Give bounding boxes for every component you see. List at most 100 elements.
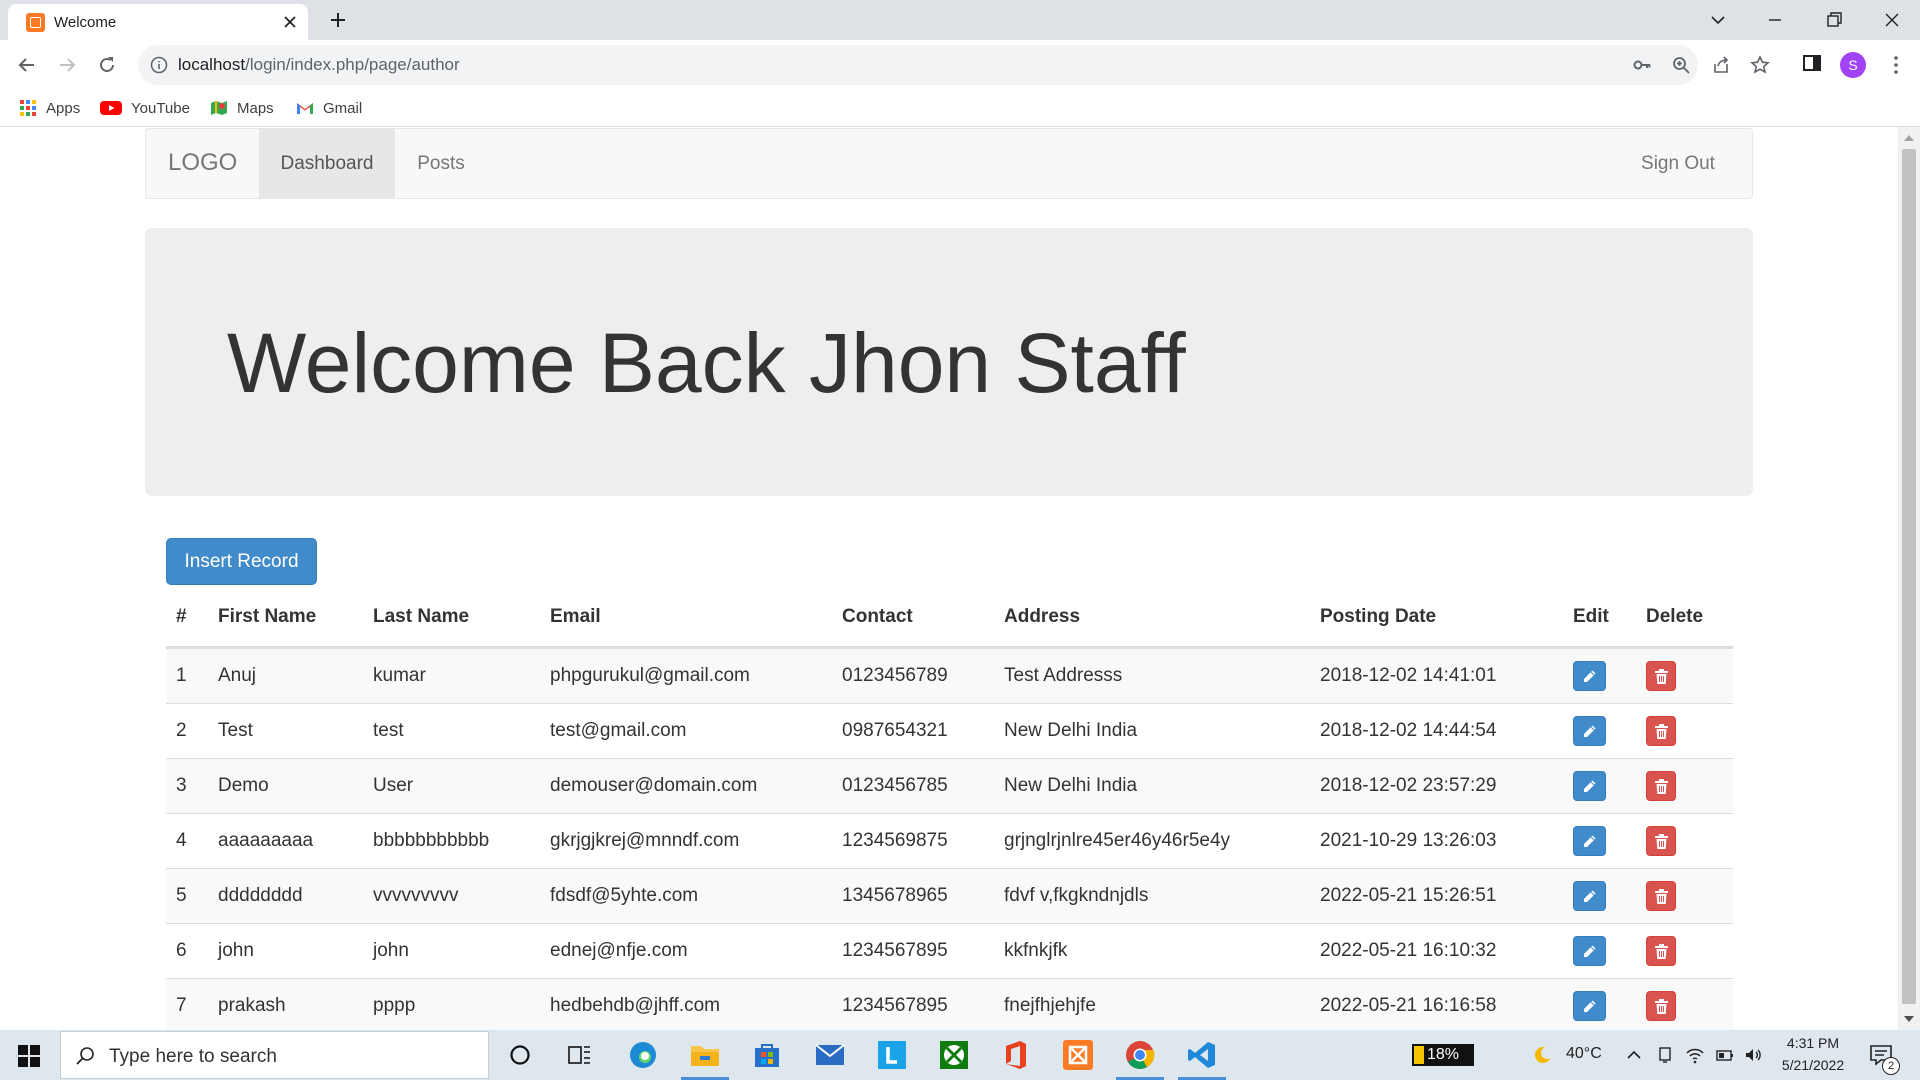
mail-icon[interactable] bbox=[813, 1039, 847, 1071]
last-name-cell: User bbox=[363, 757, 540, 813]
delete-trash-icon[interactable] bbox=[1646, 825, 1676, 856]
gmail-icon bbox=[297, 103, 313, 114]
windows-taskbar: Type here to search 18% 40°C 4:31 PM 5/2… bbox=[0, 1030, 1920, 1080]
delete-trash-icon[interactable] bbox=[1646, 880, 1676, 911]
posting-date-cell: 2018-12-02 23:57:29 bbox=[1310, 757, 1563, 813]
column-header: Last Name bbox=[363, 589, 540, 649]
site-navbar: LOGO Dashboard Posts Sign Out bbox=[145, 128, 1753, 199]
bookmark-youtube[interactable]: YouTube bbox=[100, 96, 190, 120]
bookmark-label: Maps bbox=[237, 99, 274, 117]
battery-tray-icon[interactable] bbox=[1715, 1045, 1735, 1065]
edit-pencil-icon[interactable] bbox=[1573, 660, 1606, 691]
column-header: Edit bbox=[1563, 589, 1636, 649]
clock-time[interactable]: 4:31 PM bbox=[1784, 1035, 1842, 1051]
bookmark-label: Gmail bbox=[323, 99, 363, 117]
bookmark-maps[interactable]: Maps bbox=[210, 96, 274, 120]
nav-signout-link[interactable]: Sign Out bbox=[1623, 129, 1733, 198]
side-panel-icon[interactable] bbox=[1802, 53, 1822, 73]
share-icon[interactable] bbox=[1711, 55, 1731, 75]
contact-cell: 1345678965 bbox=[832, 867, 994, 923]
task-view-icon[interactable] bbox=[563, 1039, 597, 1071]
scrollbar-thumb[interactable] bbox=[1902, 149, 1916, 1004]
vscode-icon[interactable] bbox=[1178, 1039, 1226, 1080]
edit-pencil-icon[interactable] bbox=[1573, 880, 1606, 911]
clock-date[interactable]: 5/21/2022 bbox=[1774, 1057, 1852, 1073]
reload-icon[interactable] bbox=[95, 53, 119, 77]
device-icon[interactable] bbox=[1655, 1045, 1675, 1065]
insert-record-button[interactable]: Insert Record bbox=[166, 538, 317, 585]
column-header: Delete bbox=[1636, 589, 1733, 649]
browser-menu-icon[interactable] bbox=[1884, 53, 1908, 77]
scroll-up-arrow-icon[interactable] bbox=[1904, 135, 1914, 141]
edit-cell bbox=[1563, 977, 1636, 1030]
column-header: # bbox=[166, 589, 208, 649]
edit-cell bbox=[1563, 867, 1636, 923]
edit-pencil-icon[interactable] bbox=[1573, 825, 1606, 856]
first-name-cell: prakash bbox=[208, 977, 363, 1030]
delete-trash-icon[interactable] bbox=[1646, 715, 1676, 746]
email-cell: fdsdf@5yhte.com bbox=[540, 867, 832, 923]
tab-search-chevron-icon[interactable] bbox=[1706, 8, 1730, 32]
tab-title: Welcome bbox=[54, 14, 117, 31]
close-tab-icon[interactable] bbox=[280, 12, 300, 32]
forward-arrow-icon[interactable] bbox=[55, 53, 79, 77]
site-info-icon[interactable] bbox=[150, 56, 168, 74]
first-name-cell: dddddddd bbox=[208, 867, 363, 923]
battery-indicator[interactable]: 18% bbox=[1412, 1044, 1474, 1066]
bookmark-label: Apps bbox=[46, 99, 81, 117]
close-window-icon[interactable] bbox=[1880, 8, 1904, 32]
edit-pencil-icon[interactable] bbox=[1573, 715, 1606, 746]
browser-tab[interactable]: Welcome bbox=[8, 4, 308, 40]
edit-pencil-icon[interactable] bbox=[1573, 990, 1606, 1021]
edit-pencil-icon[interactable] bbox=[1573, 770, 1606, 801]
site-logo[interactable]: LOGO bbox=[168, 149, 237, 177]
delete-cell bbox=[1636, 646, 1733, 703]
edit-pencil-icon[interactable] bbox=[1573, 935, 1606, 966]
address-cell: kkfnkjfk bbox=[994, 922, 1310, 978]
last-name-cell: pppp bbox=[363, 977, 540, 1030]
minimize-icon[interactable] bbox=[1763, 8, 1787, 32]
volume-icon[interactable] bbox=[1743, 1045, 1763, 1065]
email-cell: phpgurukul@gmail.com bbox=[540, 646, 832, 703]
bookmark-gmail[interactable]: Gmail bbox=[296, 96, 362, 120]
maps-icon bbox=[211, 101, 227, 115]
file-explorer-icon[interactable] bbox=[681, 1039, 729, 1080]
weather-sun-icon[interactable] bbox=[1532, 1044, 1554, 1066]
zoom-icon[interactable] bbox=[1671, 55, 1691, 75]
xbox-icon[interactable] bbox=[937, 1039, 971, 1071]
key-icon[interactable] bbox=[1632, 55, 1652, 75]
chrome-icon[interactable] bbox=[1116, 1039, 1164, 1080]
cortana-icon[interactable] bbox=[503, 1039, 537, 1071]
back-arrow-icon[interactable] bbox=[15, 53, 39, 77]
xampp-icon[interactable] bbox=[1061, 1039, 1095, 1071]
nav-dashboard-link[interactable]: Dashboard bbox=[259, 129, 395, 198]
xampp-favicon-icon bbox=[26, 13, 45, 32]
profile-avatar[interactable]: S bbox=[1840, 52, 1866, 78]
row-number: 6 bbox=[166, 922, 208, 978]
restore-icon[interactable] bbox=[1822, 8, 1846, 32]
row-number: 3 bbox=[166, 757, 208, 813]
taskbar-search-box[interactable]: Type here to search bbox=[60, 1031, 489, 1079]
windows-start-icon[interactable] bbox=[18, 1045, 40, 1067]
temperature[interactable]: 40°C bbox=[1566, 1045, 1602, 1063]
office-icon[interactable] bbox=[999, 1039, 1033, 1071]
bookmark-apps[interactable]: Apps bbox=[19, 96, 80, 120]
bookmark-star-icon[interactable] bbox=[1750, 55, 1770, 75]
new-tab-plus-icon[interactable] bbox=[326, 8, 350, 32]
delete-trash-icon[interactable] bbox=[1646, 935, 1676, 966]
delete-trash-icon[interactable] bbox=[1646, 990, 1676, 1021]
nav-posts-link[interactable]: Posts bbox=[396, 129, 486, 198]
address-bar[interactable]: localhost/login/index.php/page/author bbox=[138, 45, 1770, 85]
address-cell: New Delhi India bbox=[994, 757, 1310, 813]
scroll-down-arrow-icon[interactable] bbox=[1904, 1016, 1914, 1022]
address-cell: fdvf v,fkgkndnjdls bbox=[994, 867, 1310, 923]
microsoft-store-icon[interactable] bbox=[750, 1039, 784, 1071]
delete-trash-icon[interactable] bbox=[1646, 660, 1676, 691]
l-app-icon[interactable] bbox=[875, 1039, 909, 1071]
wifi-icon[interactable] bbox=[1685, 1045, 1705, 1065]
edge-browser-icon[interactable] bbox=[626, 1039, 660, 1071]
edit-cell bbox=[1563, 812, 1636, 868]
delete-trash-icon[interactable] bbox=[1646, 770, 1676, 801]
page-scrollbar[interactable] bbox=[1898, 127, 1920, 1030]
tray-chevron-up-icon[interactable] bbox=[1624, 1045, 1644, 1065]
